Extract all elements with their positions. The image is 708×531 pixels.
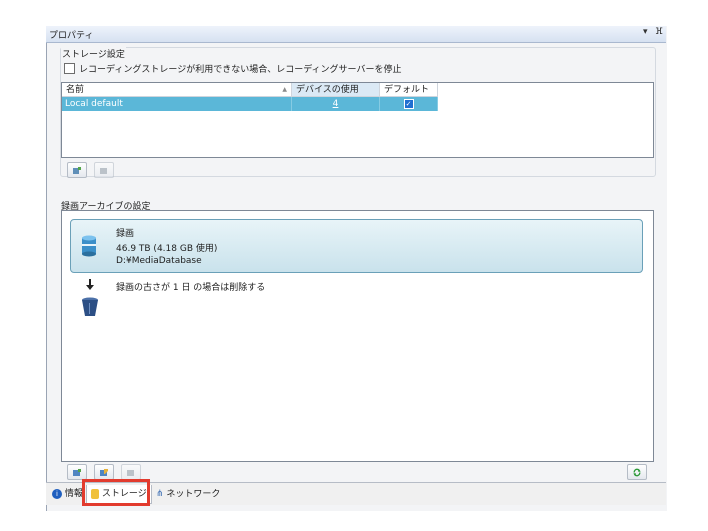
table-row[interactable]: Local default 4 ✓ — [62, 97, 438, 111]
default-checkbox-checked[interactable]: ✓ — [403, 99, 414, 109]
arrow-down-icon — [86, 279, 94, 290]
recording-size: 46.9 TB (4.18 GB 使用) — [116, 244, 218, 254]
stop-server-checkbox[interactable] — [64, 63, 75, 74]
recording-title: 録画 — [116, 229, 135, 239]
sort-ascending-icon: ▲ — [282, 86, 287, 93]
storage-table: 名前 ▲ デバイスの使用 デフォルト Local default 4 ✓ — [61, 82, 654, 158]
add-storage-icon — [73, 166, 81, 174]
remove-archive-icon — [127, 469, 134, 476]
device-usage-link[interactable]: 4 — [292, 97, 380, 111]
column-header-device-usage[interactable]: デバイスの使用 — [292, 83, 380, 97]
trash-icon — [82, 297, 98, 316]
refresh-icon — [633, 468, 641, 476]
properties-titlebar: プロパティ ▾ ⴼ — [46, 26, 666, 43]
panel-dropdown-icon[interactable]: ▾ — [643, 27, 648, 37]
network-icon: ⋔ — [156, 489, 164, 499]
stop-server-checkbox-label: レコーディングストレージが利用できない場合、レコーディングサーバーを停止 — [79, 65, 402, 75]
storage-tab-highlight — [82, 479, 150, 506]
delete-rule-text[interactable]: 録画の古さが 1 日 の場合は削除する — [116, 280, 265, 293]
default-cell: ✓ — [380, 97, 438, 111]
stop-server-option[interactable]: レコーディングストレージが利用できない場合、レコーディングサーバーを停止 — [64, 62, 401, 75]
info-icon: i — [52, 488, 62, 499]
database-icon — [82, 235, 96, 257]
refresh-button[interactable] — [627, 464, 647, 480]
remove-storage-button[interactable] — [94, 162, 114, 178]
storage-name-cell: Local default — [62, 97, 292, 111]
column-header-name[interactable]: 名前 ▲ — [62, 83, 292, 97]
panel-pin-icon[interactable]: ⴼ — [655, 27, 663, 37]
column-header-default[interactable]: デフォルト — [380, 83, 438, 97]
remove-storage-icon — [100, 167, 107, 174]
add-archive-icon — [73, 468, 81, 476]
tab-network[interactable]: ⋔ ネットワーク — [152, 485, 224, 503]
add-storage-button[interactable] — [67, 162, 87, 178]
recording-path: D:¥MediaDatabase — [116, 256, 202, 266]
edit-archive-icon — [100, 468, 108, 476]
add-archive-button[interactable] — [67, 464, 87, 480]
storage-settings-label: ストレージ設定 — [61, 47, 126, 60]
remove-archive-button[interactable] — [121, 464, 141, 480]
panel-title: プロパティ — [49, 31, 94, 41]
edit-archive-button[interactable] — [94, 464, 114, 480]
